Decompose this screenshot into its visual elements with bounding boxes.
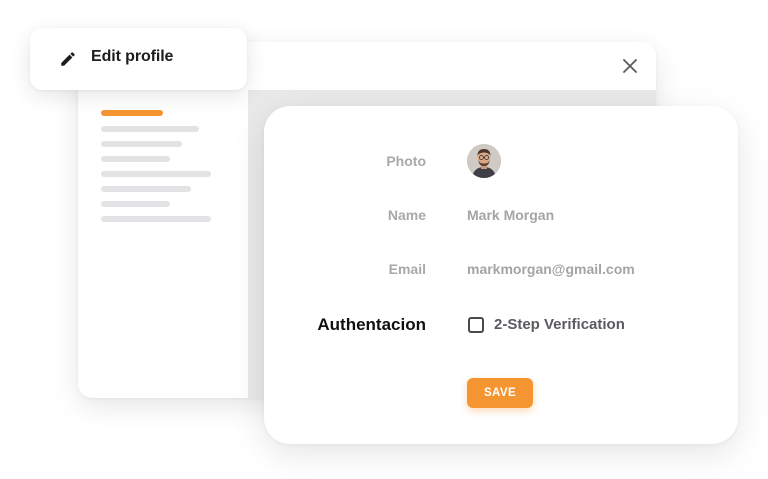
- sidebar-item[interactable]: [101, 186, 191, 192]
- sidebar-item[interactable]: [101, 156, 170, 162]
- two-step-label[interactable]: 2-Step Verification: [494, 316, 625, 333]
- avatar[interactable]: [467, 144, 501, 178]
- pencil-icon: [61, 52, 75, 66]
- sidebar-item[interactable]: [101, 171, 211, 177]
- two-step-checkbox[interactable]: [468, 317, 484, 333]
- avatar-photo: [467, 144, 501, 178]
- profile-form-card: Photo Name Mark Morgan Email markmorgan@…: [264, 106, 738, 444]
- name-value[interactable]: Mark Morgan: [467, 207, 554, 223]
- authentication-label: Authentacion: [317, 315, 426, 334]
- sidebar-item[interactable]: [101, 216, 211, 222]
- sidebar-item-active[interactable]: [101, 110, 163, 116]
- save-button[interactable]: SAVE: [467, 378, 533, 408]
- sidebar: [78, 90, 248, 398]
- close-icon[interactable]: [620, 56, 640, 76]
- photo-label: Photo: [386, 153, 426, 169]
- sidebar-item[interactable]: [101, 201, 170, 207]
- page-title: Edit profile: [91, 48, 174, 65]
- sidebar-item[interactable]: [101, 126, 199, 132]
- edit-profile-header: Edit profile: [30, 28, 247, 90]
- email-label: Email: [388, 261, 426, 277]
- name-label: Name: [387, 207, 426, 223]
- email-value[interactable]: markmorgan@gmail.com: [467, 261, 635, 277]
- stage: Edit profile Photo Name Mark Morgan Emai…: [0, 0, 768, 479]
- sidebar-item[interactable]: [101, 141, 182, 147]
